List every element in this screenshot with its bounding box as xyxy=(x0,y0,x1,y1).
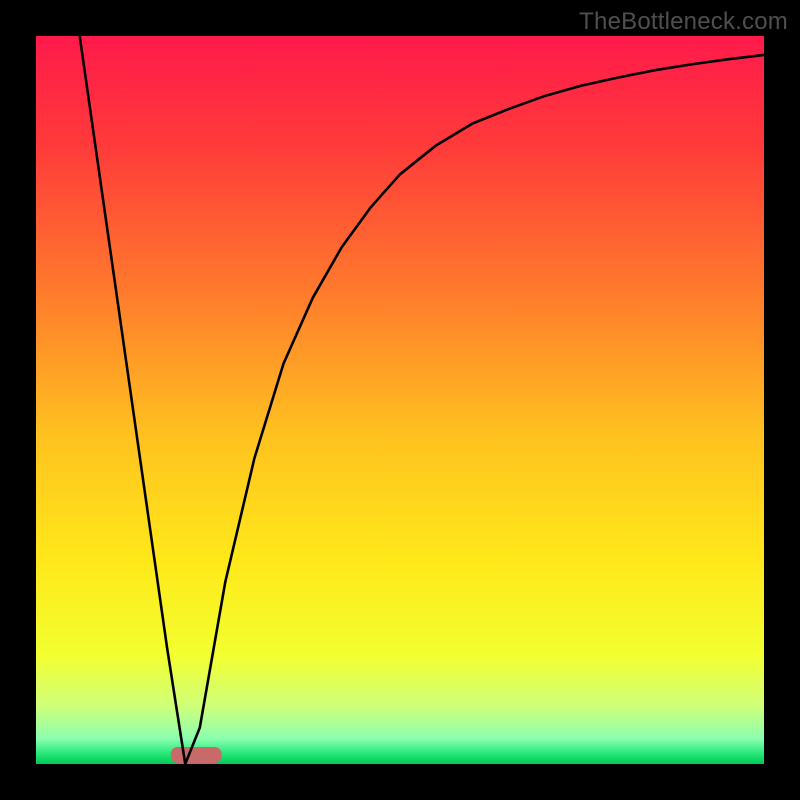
chart-frame: TheBottleneck.com xyxy=(0,0,800,800)
gradient-background xyxy=(36,36,764,764)
highlight-marker xyxy=(171,747,222,763)
watermark-text: TheBottleneck.com xyxy=(579,8,788,36)
bottleneck-chart xyxy=(36,36,764,764)
